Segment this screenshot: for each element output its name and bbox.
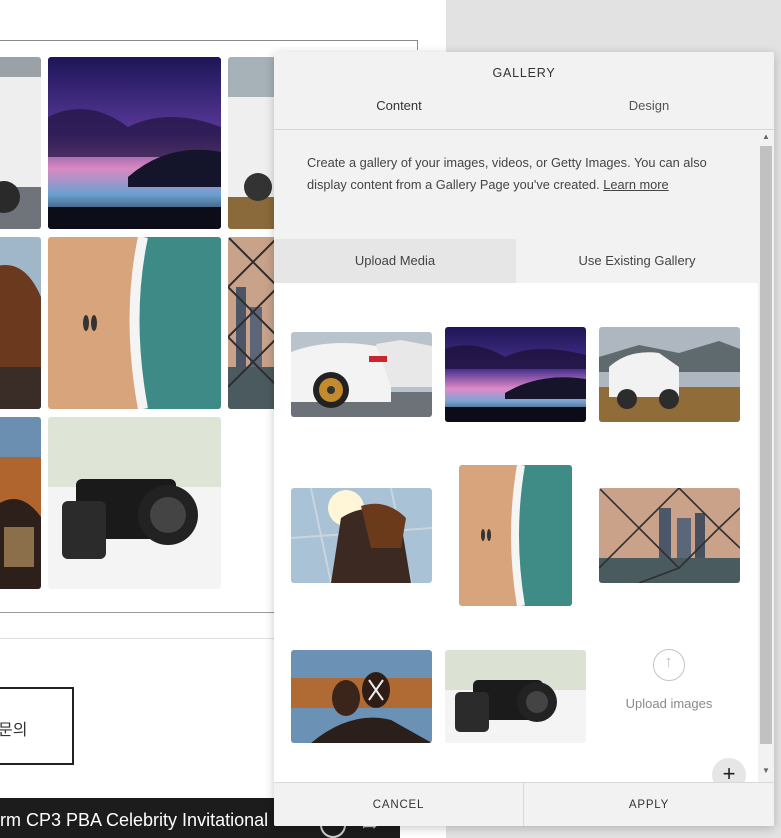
bg-thumb-car [0, 57, 41, 229]
gallery-image-camera[interactable] [445, 650, 586, 743]
contact-button-label: 문의 [0, 720, 28, 739]
subtab-upload-media-label: Upload Media [354, 253, 436, 268]
upload-images-tile[interactable]: ↑ Upload images [599, 640, 739, 740]
gallery-image-city-fence[interactable] [599, 488, 740, 583]
contact-button[interactable]: 문의 [0, 687, 74, 765]
bg-thumb-couple [0, 237, 41, 409]
panel-footer: CANCEL APPLY [274, 782, 774, 826]
bg-thumb-city-fence [228, 237, 278, 409]
gallery-corner [417, 40, 418, 50]
apply-button[interactable]: APPLY [524, 783, 774, 826]
gallery-image-suv[interactable] [599, 327, 740, 422]
scroll-up-arrow-icon[interactable]: ▲ [762, 132, 770, 141]
gallery-image-couple[interactable] [291, 488, 432, 583]
gallery-top-border [0, 40, 418, 41]
gallery-image-face-paint[interactable] [291, 650, 432, 743]
tab-content[interactable]: Content [274, 98, 524, 130]
gallery-panel: GALLERY Content Design Create a gallery … [274, 52, 774, 826]
gallery-image-sports-car[interactable] [291, 332, 432, 417]
subtab-use-existing-gallery-label: Use Existing Gallery [578, 253, 696, 268]
panel-header: GALLERY Content Design [274, 52, 774, 130]
panel-body[interactable]: Create a gallery of your images, videos,… [274, 130, 758, 782]
description-block: Create a gallery of your images, videos,… [274, 130, 758, 239]
upload-arrow-icon: ↑ [653, 649, 685, 681]
tab-design-label: Design [628, 98, 670, 113]
tab-design[interactable]: Design [524, 98, 774, 130]
description-text: Create a gallery of your images, videos,… [307, 152, 719, 196]
panel-title: GALLERY [492, 66, 556, 80]
bg-thumb-aerial-beach [48, 237, 221, 409]
cancel-button[interactable]: CANCEL [274, 783, 524, 826]
gallery-image-aerial-beach[interactable] [459, 465, 572, 606]
scrollbar[interactable]: ▲ ▼ [758, 130, 774, 782]
upload-images-label: Upload images [625, 696, 713, 711]
scrollbar-thumb[interactable] [760, 146, 772, 744]
bg-thumb-sunset [48, 57, 221, 229]
video-title: rm CP3 PBA Celebrity Invitational [0, 810, 269, 830]
bg-thumb-face-paint [0, 417, 41, 589]
learn-more-link[interactable]: Learn more [603, 177, 668, 192]
scroll-down-arrow-icon[interactable]: ▼ [762, 766, 770, 775]
subtab-use-existing-gallery[interactable]: Use Existing Gallery [516, 239, 758, 283]
subtab-upload-media[interactable]: Upload Media [274, 239, 516, 283]
tab-content-label: Content [376, 98, 422, 113]
gallery-image-sunset[interactable] [445, 327, 586, 422]
bg-thumb-suv [228, 57, 278, 229]
bg-thumb-camera [48, 417, 221, 589]
